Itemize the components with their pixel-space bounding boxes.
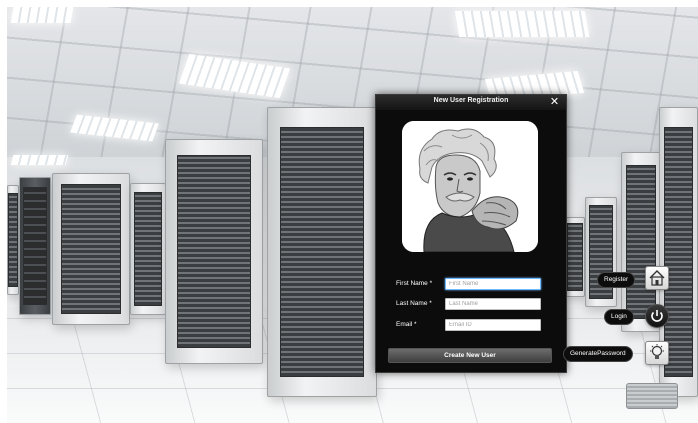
house-icon[interactable]: [645, 266, 669, 290]
server-rack: [267, 107, 377, 397]
generate-password-button[interactable]: GeneratePassword: [563, 346, 633, 362]
portrait-image: [402, 121, 538, 252]
first-name-field[interactable]: [445, 278, 541, 290]
first-name-label: First Name *: [396, 280, 433, 287]
portrait-sketch: [402, 121, 538, 252]
email-label: Email *: [396, 321, 417, 328]
ceiling-light: [454, 11, 590, 37]
last-name-label: Last Name *: [396, 300, 432, 307]
server-thumbnail: [626, 383, 678, 409]
login-button[interactable]: Login: [604, 309, 634, 325]
last-name-row: Last Name *: [376, 298, 566, 312]
server-rack: [585, 197, 617, 307]
server-rack: [19, 177, 51, 315]
email-row: Email *: [376, 319, 566, 333]
lightbulb-icon[interactable]: [645, 341, 669, 365]
ceiling-light: [10, 7, 74, 23]
dialog-header: New User Registration ✕: [376, 95, 566, 110]
create-new-user-button[interactable]: Create New User: [388, 348, 552, 363]
power-icon[interactable]: [645, 304, 669, 328]
close-icon[interactable]: ✕: [549, 96, 560, 108]
server-rack: [165, 139, 263, 364]
first-name-row: First Name *: [376, 278, 566, 292]
server-rack: [7, 185, 19, 295]
server-rack: [565, 217, 585, 297]
email-field[interactable]: [445, 319, 541, 331]
server-rack: [130, 183, 166, 315]
register-button[interactable]: Register: [597, 272, 636, 288]
ceiling-light: [10, 155, 69, 165]
server-rack: [52, 173, 130, 325]
last-name-field[interactable]: [445, 298, 541, 310]
new-user-registration-dialog: New User Registration ✕ First Name * Fir…: [375, 94, 567, 373]
dialog-title: New User Registration: [433, 97, 509, 104]
